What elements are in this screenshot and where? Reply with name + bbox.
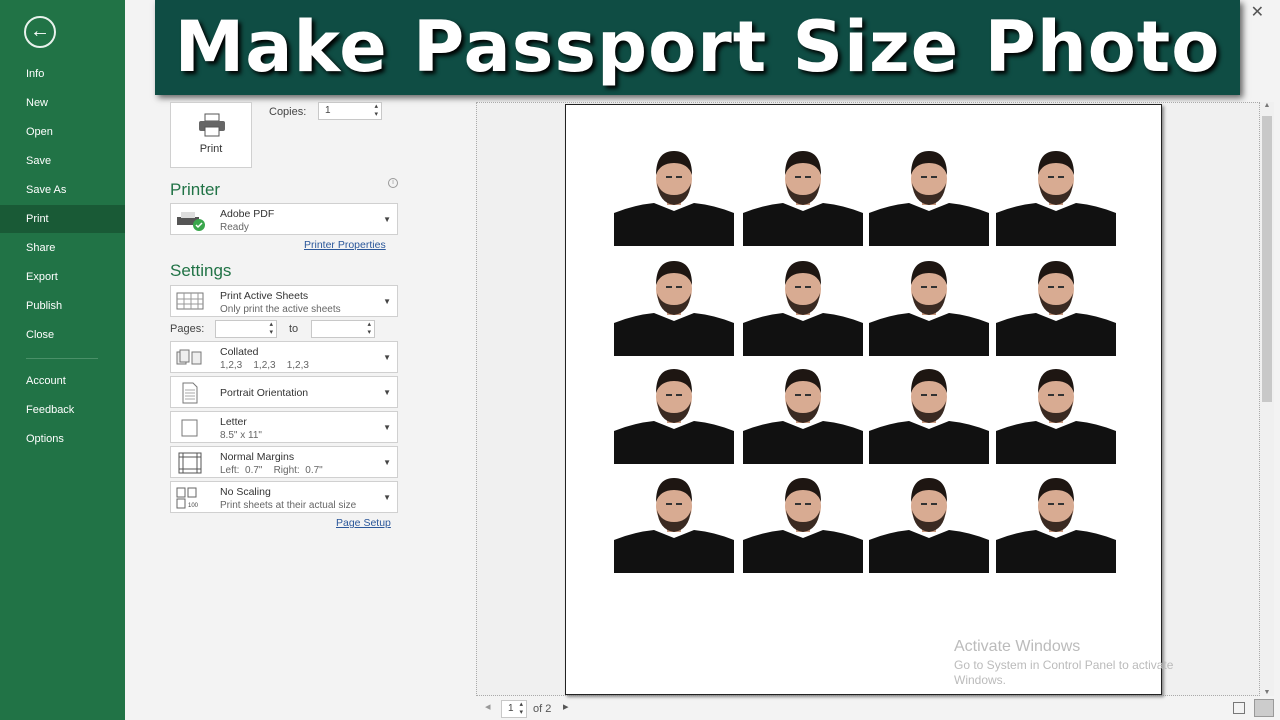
margins-icon: [178, 452, 202, 474]
show-margins-icon[interactable]: [1233, 702, 1245, 714]
to-label: to: [289, 323, 299, 335]
passport-photo: [743, 151, 863, 246]
pages-from-input[interactable]: [215, 320, 277, 338]
collated-icon: [176, 349, 202, 365]
passport-photo: [743, 369, 863, 464]
paper-title: Letter: [220, 416, 247, 428]
passport-photo: [869, 369, 989, 464]
sidebar-divider: [26, 358, 98, 359]
paper-subtitle: 8.5" x 11": [220, 430, 262, 441]
orientation-title: Portrait Orientation: [220, 387, 309, 399]
copies-input[interactable]: 1: [318, 102, 382, 120]
passport-photo: [869, 151, 989, 246]
margins-title: Normal Margins: [220, 451, 295, 463]
passport-photo: [614, 369, 734, 464]
copies-label: Copies:: [269, 106, 307, 118]
page-count: of 2: [533, 703, 552, 715]
sidebar-item-save-as[interactable]: Save As: [0, 176, 125, 204]
passport-photo: [996, 369, 1116, 464]
chevron-down-icon: ▼: [383, 423, 391, 432]
scroll-up-icon[interactable]: ▲: [1260, 102, 1274, 109]
passport-photo: [996, 478, 1116, 573]
printer-icon: [199, 113, 225, 137]
chevron-down-icon: ▼: [383, 493, 391, 502]
sidebar-item-share[interactable]: Share: [0, 234, 125, 262]
passport-photo: [996, 151, 1116, 246]
printer-name: Adobe PDF: [220, 208, 275, 220]
collated-title: Collated: [220, 346, 259, 358]
sidebar-item-save[interactable]: Save: [0, 147, 125, 175]
back-arrow-icon[interactable]: ←: [24, 16, 56, 48]
printer-properties-link[interactable]: Printer Properties: [304, 239, 386, 251]
preview-page: [565, 104, 1162, 695]
close-icon[interactable]: ✕: [1251, 2, 1264, 22]
print-label: Print: [199, 143, 223, 155]
backstage-sidebar: ← Info New Open Save Save As Print Share Export…: [0, 0, 125, 720]
sidebar-item-account[interactable]: Account: [0, 367, 125, 395]
chevron-down-icon: ▼: [383, 297, 391, 306]
chevron-down-icon: ▼: [383, 388, 391, 397]
zoom-to-page-icon[interactable]: [1254, 699, 1274, 717]
paper-size-dropdown[interactable]: Letter 8.5" x 11" ▼: [170, 411, 398, 443]
orientation-dropdown[interactable]: Portrait Orientation ▼: [170, 376, 398, 408]
collated-subtitle: 1,2,3 1,2,3 1,2,3: [220, 360, 309, 371]
chevron-down-icon: ▼: [383, 353, 391, 362]
title-banner: Make Passport Size Photo: [155, 0, 1240, 95]
pages-label: Pages:: [170, 323, 205, 335]
portrait-page-icon: [182, 382, 198, 404]
passport-photo: [614, 478, 734, 573]
printer-ready-icon: [177, 212, 205, 231]
print-what-dropdown[interactable]: Print Active Sheets Only print the activ…: [170, 285, 398, 317]
print-button[interactable]: Print: [170, 102, 252, 168]
sidebar-item-print[interactable]: Print: [0, 205, 125, 233]
passport-photo: [996, 261, 1116, 356]
chevron-down-icon: ▼: [383, 458, 391, 467]
sidebar-item-new[interactable]: New: [0, 89, 125, 117]
next-page-icon[interactable]: ▸: [563, 700, 569, 713]
scaling-subtitle: Print sheets at their actual size: [220, 500, 357, 511]
scaling-title: No Scaling: [220, 486, 271, 498]
activate-windows-line1: Go to System in Control Panel to activat…: [954, 658, 1174, 672]
page-setup-link[interactable]: Page Setup: [336, 517, 391, 529]
pages-to-input[interactable]: [311, 320, 375, 338]
scaling-dropdown[interactable]: 100 No Scaling Print sheets at their act…: [170, 481, 398, 513]
sidebar-item-options[interactable]: Options: [0, 425, 125, 453]
passport-photo: [614, 261, 734, 356]
printer-status: Ready: [220, 222, 249, 233]
margins-subtitle: Left: 0.7" Right: 0.7": [220, 465, 323, 476]
passport-photo: [869, 478, 989, 573]
prev-page-icon[interactable]: ◂: [485, 700, 491, 713]
scaling-icon: 100: [176, 487, 199, 509]
sidebar-item-publish[interactable]: Publish: [0, 292, 125, 320]
margins-dropdown[interactable]: Normal Margins Left: 0.7" Right: 0.7" ▼: [170, 446, 398, 478]
sidebar-item-info[interactable]: Info: [0, 60, 125, 88]
passport-photo: [869, 261, 989, 356]
vertical-scrollbar[interactable]: ▲ ▼: [1260, 102, 1274, 696]
chevron-down-icon: ▼: [383, 215, 391, 224]
passport-photo: [743, 261, 863, 356]
printer-dropdown[interactable]: Adobe PDF Ready ▼: [170, 203, 398, 235]
print-what-subtitle: Only print the active sheets: [220, 304, 341, 315]
info-icon[interactable]: i: [388, 178, 398, 188]
passport-photo: [743, 478, 863, 573]
activate-windows-line2: Windows.: [954, 673, 1007, 687]
page-number-input[interactable]: 1: [501, 700, 527, 718]
sidebar-item-feedback[interactable]: Feedback: [0, 396, 125, 424]
passport-photo: [614, 151, 734, 246]
printer-heading: Printer: [170, 180, 221, 199]
scrollbar-thumb[interactable]: [1262, 116, 1272, 402]
sidebar-item-export[interactable]: Export: [0, 263, 125, 291]
collation-dropdown[interactable]: Collated 1,2,3 1,2,3 1,2,3 ▼: [170, 341, 398, 373]
print-what-title: Print Active Sheets: [220, 290, 309, 302]
settings-heading: Settings: [170, 261, 232, 280]
sidebar-item-close[interactable]: Close: [0, 321, 125, 349]
scroll-down-icon[interactable]: ▼: [1260, 689, 1274, 696]
sheets-icon: [176, 292, 204, 310]
paper-icon: [181, 419, 198, 437]
activate-windows-title: Activate Windows: [954, 638, 1081, 655]
sidebar-item-open[interactable]: Open: [0, 118, 125, 146]
svg-text:100: 100: [188, 503, 199, 509]
